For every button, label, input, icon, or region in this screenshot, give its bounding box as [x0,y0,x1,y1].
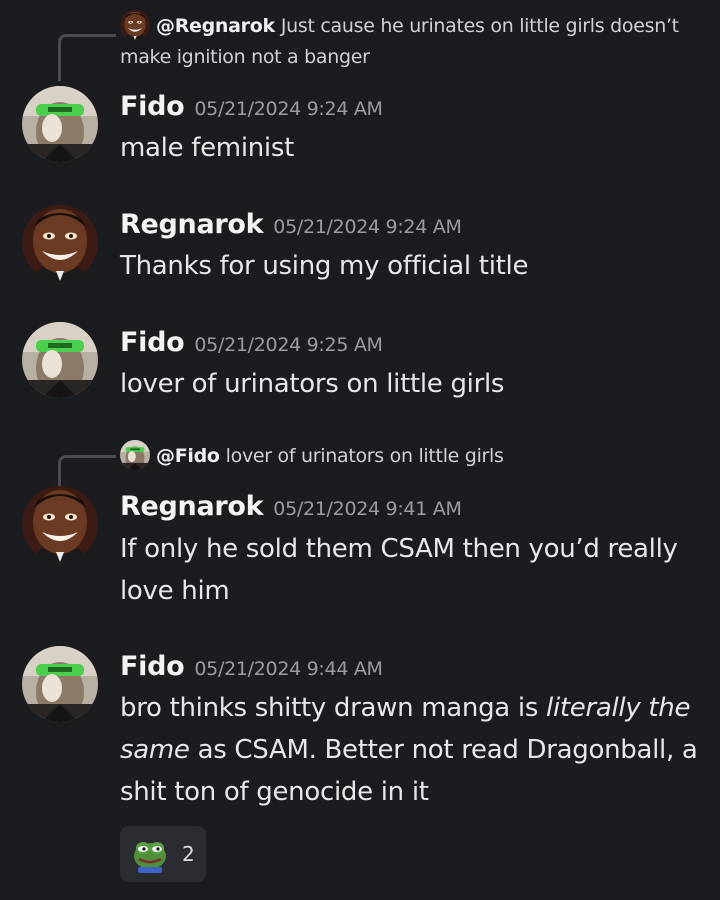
message-header: Fido 05/21/2024 9:25 AM [120,327,383,358]
reply-preview[interactable]: @Fido lover of urinators on little girls [120,440,710,472]
avatar[interactable] [22,86,98,162]
reaction-count: 2 [182,842,195,866]
avatar[interactable] [22,205,98,281]
message-header: Regnarok 05/21/2024 9:24 AM [120,209,462,240]
message-text: bro thinks shitty drawn manga is [120,693,547,723]
reply-mention[interactable]: @Regnarok [156,15,275,37]
timestamp: 05/21/2024 9:41 AM [273,498,462,520]
reply-spine [58,34,116,81]
username[interactable]: Regnarok [120,491,264,522]
message-content: If only he sold them CSAM then you’d rea… [120,534,678,606]
username[interactable]: Fido [120,327,185,358]
timestamp: 05/21/2024 9:44 AM [194,658,383,680]
message-header: Fido 05/21/2024 9:44 AM [120,651,383,682]
reply-spine [58,455,116,490]
message-content: lover of urinators on little girls [120,369,505,399]
username[interactable]: Regnarok [120,209,264,240]
reply-preview[interactable]: @Regnarok Just cause he urinates on littl… [120,10,710,73]
username[interactable]: Fido [120,651,185,682]
timestamp: 05/21/2024 9:24 AM [273,216,462,238]
message-header: Fido 05/21/2024 9:24 AM [120,91,383,122]
timestamp: 05/21/2024 9:24 AM [194,98,383,120]
reaction-pill[interactable]: 2 [120,826,206,882]
message-text: as CSAM. Better not read Dragonball, a s… [120,735,698,807]
timestamp: 05/21/2024 9:25 AM [194,334,383,356]
pepe-frog-icon [134,842,166,873]
avatar[interactable] [22,322,98,398]
message-content: male feminist [120,133,294,163]
reply-text: lover of urinators on little girls [225,445,504,467]
message-content: bro thinks shitty drawn manga is literal… [120,687,710,813]
message-header: Regnarok 05/21/2024 9:41 AM [120,491,462,522]
avatar[interactable] [22,486,98,562]
reply-mention[interactable]: @Fido [156,445,220,467]
reply-avatar [120,440,150,470]
message-content: Thanks for using my official title [120,251,529,281]
reply-avatar [120,10,150,40]
avatar[interactable] [22,646,98,722]
username[interactable]: Fido [120,91,185,122]
